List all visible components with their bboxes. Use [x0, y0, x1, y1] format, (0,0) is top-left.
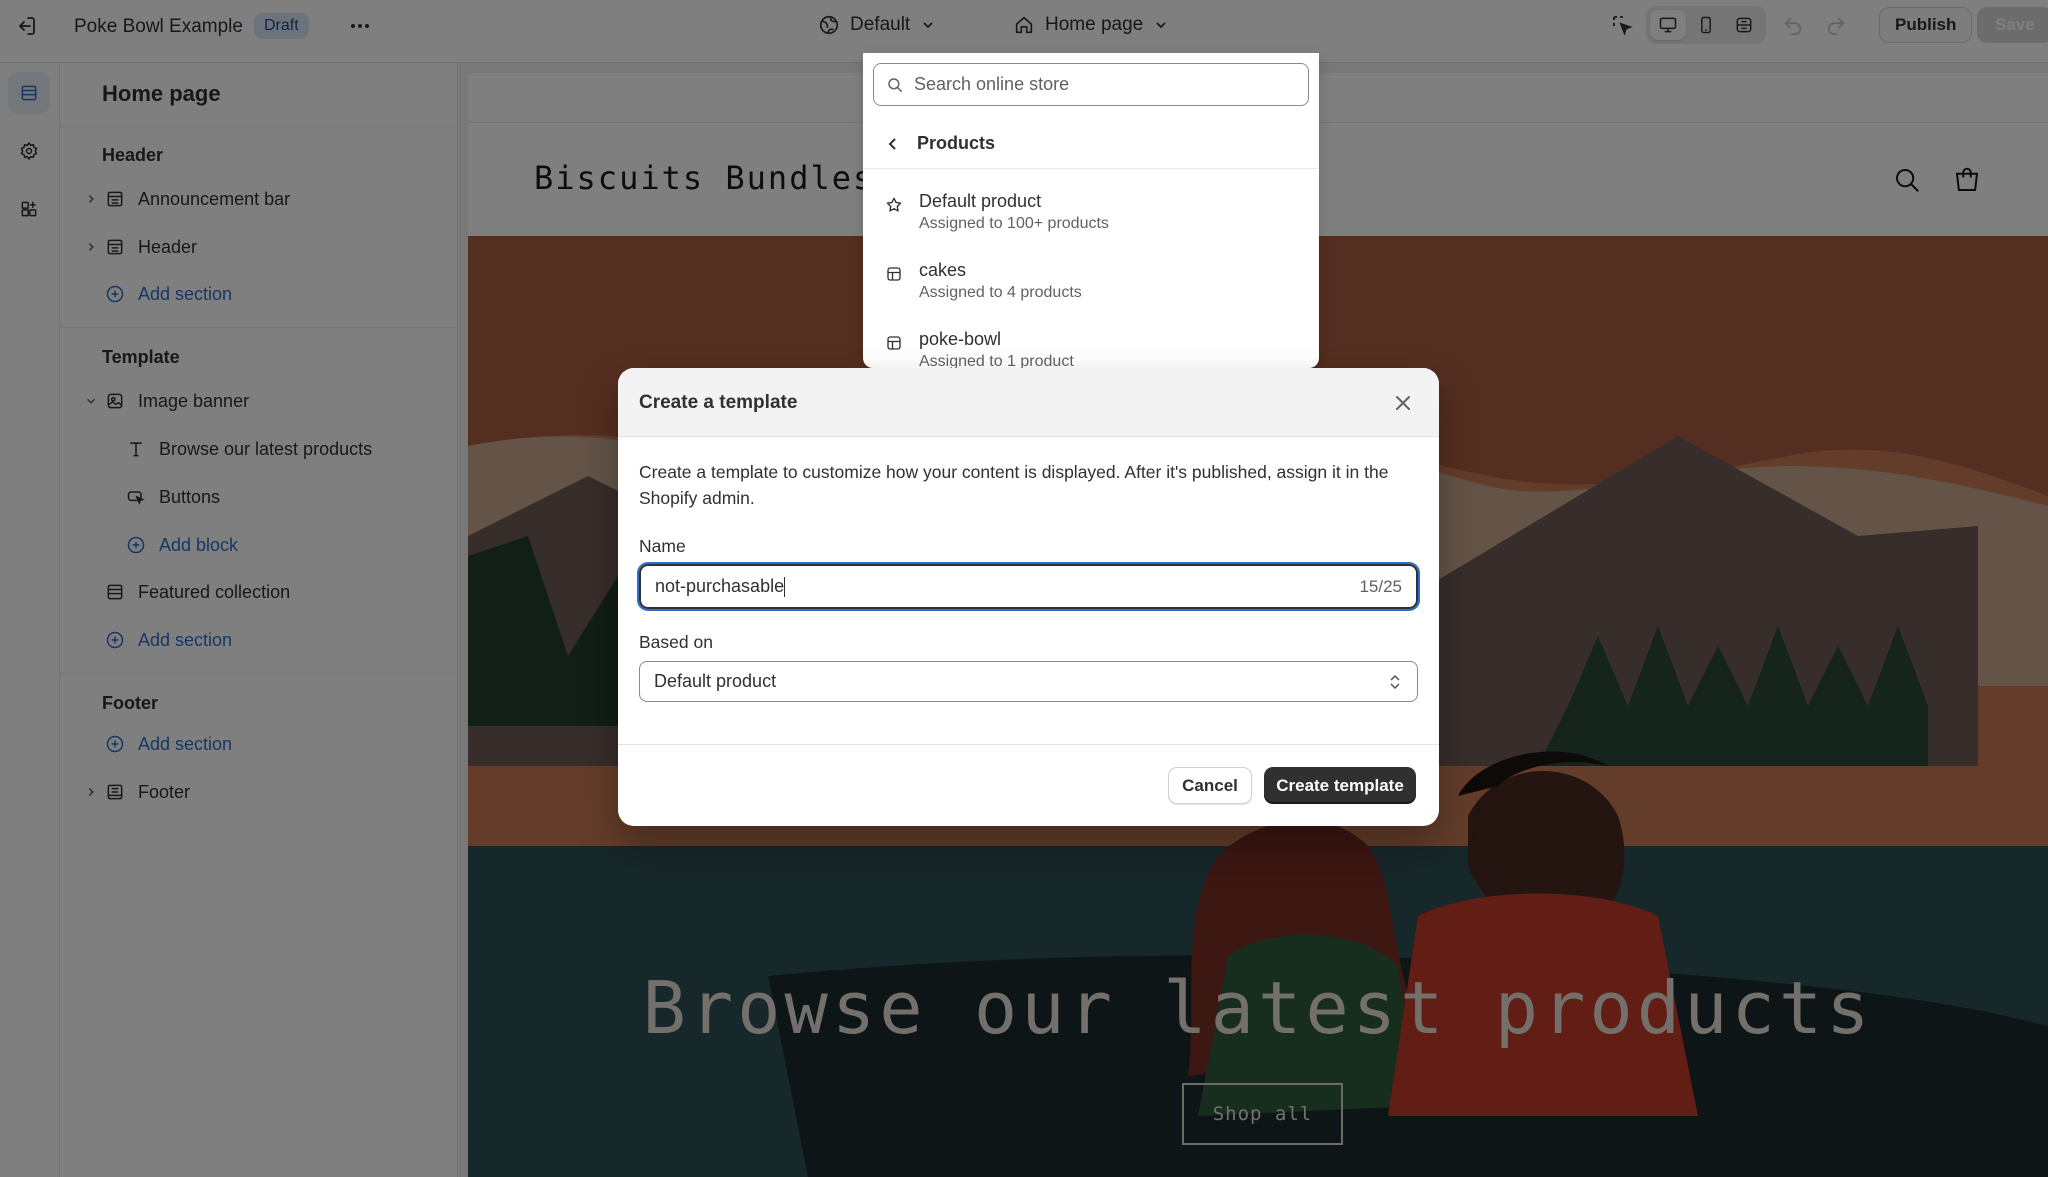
page-selector-dropdown: Search online store Products Default pro…	[863, 53, 1319, 368]
template-option-title: Default product	[919, 191, 1042, 211]
dialog-title: Create a template	[639, 392, 798, 413]
star-icon	[885, 196, 903, 214]
select-arrows-icon	[1387, 673, 1403, 691]
template-option-subtitle: Assigned to 100+ products	[919, 215, 1109, 232]
search-placeholder: Search online store	[914, 74, 1070, 94]
template-option-title: poke-bowl	[919, 329, 1002, 349]
based-on-value: Default product	[654, 671, 777, 691]
template-icon	[885, 334, 903, 352]
dialog-header: Create a template	[618, 368, 1439, 437]
chevron-left-icon	[885, 136, 901, 152]
template-name-value: not-purchasable	[655, 575, 785, 596]
dialog-description: Create a template to customize how your …	[639, 462, 1389, 508]
template-icon	[885, 265, 903, 283]
dialog-footer-divider	[618, 744, 1439, 745]
name-label: Name	[639, 536, 686, 556]
create-template-dialog: Create a template Create a template to c…	[618, 368, 1439, 826]
back-label: Products	[917, 133, 996, 153]
character-counter: 15/25	[1359, 576, 1402, 596]
cancel-button[interactable]: Cancel	[1168, 767, 1252, 804]
template-name-input[interactable]: not-purchasable 15/25	[639, 564, 1418, 609]
template-option-subtitle: Assigned to 4 products	[919, 284, 1082, 301]
template-option-cakes[interactable]: cakes Assigned to 4 products	[863, 250, 1319, 318]
close-button[interactable]	[1390, 390, 1416, 416]
back-to-products-button[interactable]: Products	[863, 119, 1319, 169]
close-icon	[1394, 394, 1412, 412]
create-template-button[interactable]: Create template	[1264, 767, 1416, 804]
based-on-select[interactable]: Default product	[639, 661, 1418, 702]
search-online-store-field[interactable]: Search online store	[873, 63, 1309, 106]
search-icon	[886, 76, 904, 94]
based-on-label: Based on	[639, 632, 713, 652]
template-option-subtitle: Assigned to 1 product	[919, 353, 1074, 368]
template-option-default-product[interactable]: Default product Assigned to 100+ product…	[863, 181, 1319, 249]
text-caret	[784, 577, 786, 598]
template-option-poke-bowl[interactable]: poke-bowl Assigned to 1 product	[863, 319, 1319, 368]
template-option-title: cakes	[919, 260, 967, 280]
